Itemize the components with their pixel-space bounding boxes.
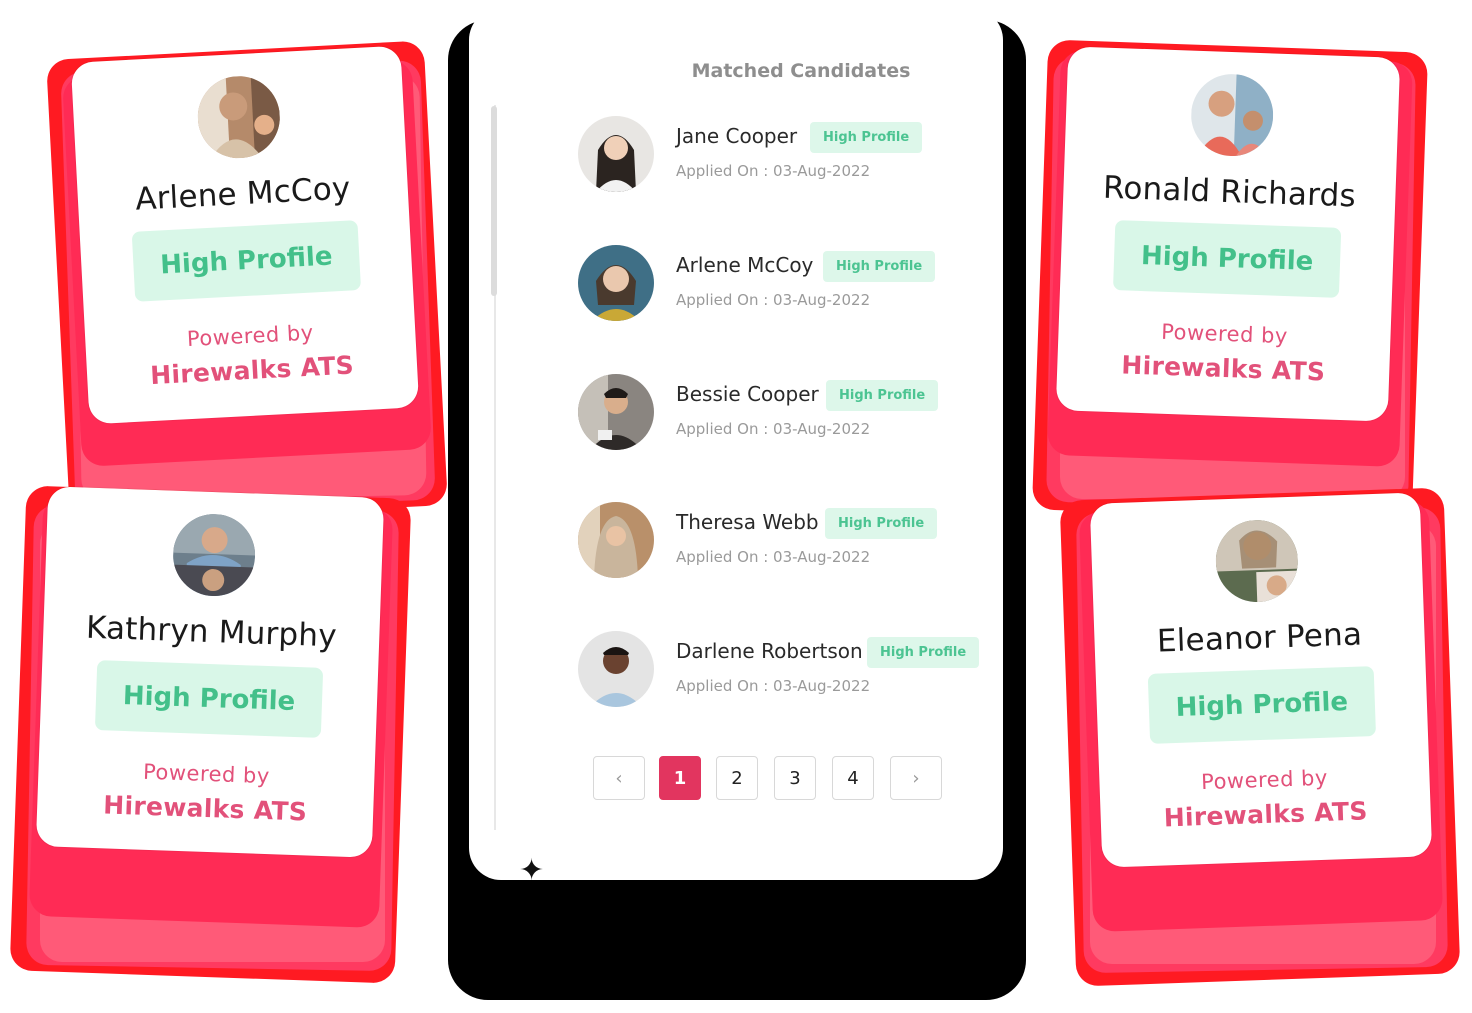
- avatar: [578, 631, 654, 707]
- candidate-row[interactable]: Jane Cooper High Profile Applied On : 03…: [578, 116, 978, 196]
- avatar: [171, 512, 257, 598]
- candidate-name: Arlene McCoy: [676, 253, 814, 277]
- high-profile-badge: High Profile: [867, 637, 980, 668]
- candidate-row[interactable]: Darlene Robertson High Profile Applied O…: [578, 631, 980, 711]
- candidate-name: Theresa Webb: [676, 510, 819, 534]
- powered-by-label: Powered by: [1160, 319, 1289, 349]
- avatar: [578, 116, 654, 192]
- page-1-button[interactable]: 1: [659, 756, 701, 800]
- high-profile-badge: High Profile: [826, 380, 939, 411]
- profile-card-stack-arlene: Arlene McCoy High Profile Powered by Hir…: [46, 38, 448, 525]
- page-4-button[interactable]: 4: [832, 756, 874, 800]
- profile-card-stack-kathryn: Kathryn Murphy High Profile Powered by H…: [9, 482, 412, 984]
- avatar: [195, 74, 282, 161]
- profile-card-stack-ronald: Ronald Richards High Profile Powered by …: [1031, 38, 1429, 528]
- sparkle-icon: ✦: [519, 854, 545, 887]
- candidate-name: Darlene Robertson: [676, 639, 863, 663]
- high-profile-badge: High Profile: [1147, 666, 1377, 744]
- candidate-name: Bessie Cooper: [676, 382, 819, 406]
- page-3-button[interactable]: 3: [774, 756, 816, 800]
- card-name: Eleanor Pena: [1156, 616, 1363, 660]
- avatar: [1189, 72, 1275, 158]
- powered-by-label: Powered by: [1200, 765, 1329, 795]
- applied-date: Applied On : 03-Aug-2022: [676, 548, 871, 566]
- prev-page-button[interactable]: ‹: [593, 756, 645, 800]
- applied-date: Applied On : 03-Aug-2022: [676, 162, 871, 180]
- profile-card: Eleanor Pena High Profile Powered by Hir…: [1089, 492, 1433, 868]
- card-name: Ronald Richards: [1102, 169, 1357, 215]
- avatar: [578, 374, 654, 450]
- avatar: [578, 245, 654, 321]
- card-name: Arlene McCoy: [134, 170, 352, 218]
- candidate-row[interactable]: Theresa Webb High Profile Applied On : 0…: [578, 502, 978, 582]
- avatar: [1214, 518, 1300, 604]
- brand-name: Hirewalks ATS: [1120, 350, 1326, 387]
- brand-name: Hirewalks ATS: [1163, 796, 1369, 833]
- next-page-button[interactable]: ›: [890, 756, 942, 800]
- profile-card-stack-eleanor: Eleanor Pena High Profile Powered by Hir…: [1059, 484, 1461, 987]
- high-profile-badge: High Profile: [94, 660, 324, 738]
- avatar: [578, 502, 654, 578]
- high-profile-badge: High Profile: [823, 251, 936, 282]
- scrollbar-thumb[interactable]: [491, 106, 497, 296]
- profile-card: Ronald Richards High Profile Powered by …: [1055, 46, 1401, 422]
- high-profile-badge: High Profile: [825, 508, 938, 539]
- brand-name: Hirewalks ATS: [149, 350, 355, 391]
- page-2-button[interactable]: 2: [716, 756, 758, 800]
- high-profile-badge: High Profile: [131, 220, 362, 302]
- candidate-row[interactable]: Arlene McCoy High Profile Applied On : 0…: [578, 245, 978, 325]
- card-name: Kathryn Murphy: [85, 609, 338, 655]
- candidate-row[interactable]: Bessie Cooper High Profile Applied On : …: [578, 374, 978, 454]
- profile-card: Kathryn Murphy High Profile Powered by H…: [35, 486, 385, 858]
- panel-title: Matched Candidates: [691, 60, 911, 82]
- powered-by-label: Powered by: [142, 759, 271, 789]
- profile-card: Arlene McCoy High Profile Powered by Hir…: [70, 45, 420, 425]
- high-profile-badge: High Profile: [1112, 220, 1342, 298]
- applied-date: Applied On : 03-Aug-2022: [676, 420, 871, 438]
- applied-date: Applied On : 03-Aug-2022: [676, 291, 871, 309]
- powered-by-label: Powered by: [186, 320, 315, 352]
- applied-date: Applied On : 03-Aug-2022: [676, 677, 871, 695]
- brand-name: Hirewalks ATS: [102, 790, 308, 827]
- candidate-name: Jane Cooper: [676, 124, 798, 148]
- high-profile-badge: High Profile: [810, 122, 923, 153]
